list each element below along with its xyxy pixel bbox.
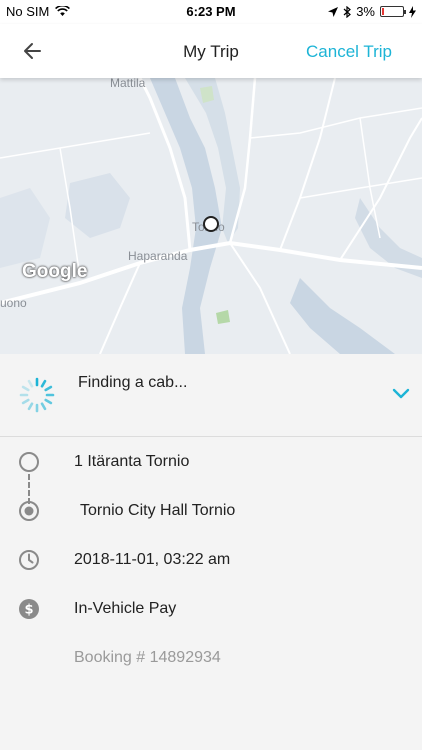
clock-icon <box>19 550 39 570</box>
location-pin-icon <box>203 216 219 232</box>
booking-number: Booking # 14892934 <box>74 649 221 666</box>
booking-row: Booking # 14892934 <box>0 643 422 673</box>
trip-status-row: Finding a cab... <box>0 354 422 437</box>
map-label-edge: uono <box>0 296 27 310</box>
dropoff-row: Tornio City Hall Tornio <box>0 496 422 526</box>
pickup-circle-icon <box>19 452 39 472</box>
pickup-row: 1 Itäranta Tornio <box>0 447 422 477</box>
pickup-datetime: 2018-11-01, 03:22 am <box>74 551 231 568</box>
trip-status-text: Finding a cab... <box>78 374 188 391</box>
charging-bolt-icon <box>409 5 416 18</box>
dropoff-target-icon <box>19 501 39 521</box>
nav-bar: My Trip Cancel Trip <box>0 24 422 78</box>
loading-spinner-icon <box>19 377 55 413</box>
dollar-icon: $ <box>19 599 39 619</box>
dropoff-address: Tornio City Hall Tornio <box>80 502 236 519</box>
payment-row: $ In-Vehicle Pay <box>0 594 422 624</box>
google-logo: Google <box>22 261 88 282</box>
map-label-mattila: Mattila <box>110 78 146 90</box>
battery-percent: 3% <box>356 4 375 19</box>
svg-text:$: $ <box>24 603 33 618</box>
battery-icon <box>380 6 406 17</box>
payment-method: In-Vehicle Pay <box>74 600 177 617</box>
map-view[interactable]: Mattila Tornio Haparanda uono Google <box>0 78 422 354</box>
location-arrow-icon <box>328 6 339 17</box>
datetime-row: 2018-11-01, 03:22 am <box>0 545 422 575</box>
cancel-trip-button[interactable]: Cancel Trip <box>306 42 392 62</box>
status-bar: No SIM 6:23 PM 3% <box>0 0 422 24</box>
bluetooth-icon <box>343 5 352 18</box>
status-right: 3% <box>328 4 416 19</box>
map-label-haparanda: Haparanda <box>128 249 188 263</box>
pickup-address: 1 Itäranta Tornio <box>74 453 190 470</box>
chevron-down-icon[interactable] <box>392 386 410 400</box>
